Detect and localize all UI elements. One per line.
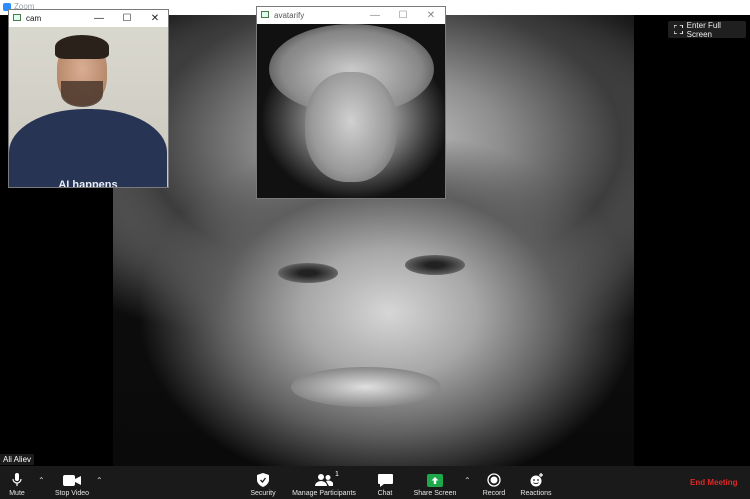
mute-label: Mute [9,490,25,497]
share-screen-label: Share Screen [413,490,457,497]
cam-video: AI happens [9,27,168,187]
close-button[interactable]: ✕ [141,11,169,26]
share-screen-icon [427,472,443,488]
record-icon [487,472,501,488]
cam-person-beard [61,81,103,107]
record-button[interactable]: Record [480,466,508,499]
avatarify-window-title: avatarify [274,11,305,20]
mute-button[interactable]: Mute [4,466,30,499]
cam-person-shirt [9,109,167,187]
reactions-button[interactable]: Reactions [518,466,554,499]
participants-icon [315,472,333,488]
avatar-video [257,24,445,198]
reactions-label: Reactions [520,490,552,497]
chat-label: Chat [377,490,393,497]
chat-button[interactable]: Chat [374,466,396,499]
meeting-toolbar: Mute ⌃ Stop Video ⌃ Security Manage Part… [0,466,750,499]
avatar-face [305,72,397,182]
cam-person-hair [55,35,109,59]
microphone-icon [12,472,22,488]
minimize-button[interactable]: — [85,11,113,26]
share-screen-button[interactable]: Share Screen [412,466,458,499]
maximize-button[interactable]: ☐ [389,8,417,23]
manage-participants-button[interactable]: Manage Participants [290,466,358,499]
maximize-button[interactable]: ☐ [113,11,141,26]
participant-name-tag: Ali Aliev [0,454,35,465]
chat-bubble-icon [377,472,393,488]
cam-window-title: cam [26,14,42,23]
fullscreen-icon [674,25,683,34]
main-video-eye-right [405,255,465,275]
security-button[interactable]: Security [246,466,280,499]
window-app-icon [13,14,21,21]
main-video-eye-left [278,263,338,283]
video-options-chevron-icon[interactable]: ⌃ [96,476,103,485]
video-camera-icon [63,472,81,488]
window-app-icon [261,11,269,18]
cam-window-titlebar[interactable]: cam — ☐ ✕ [9,10,168,27]
close-button[interactable]: ✕ [417,8,445,23]
share-options-chevron-icon[interactable]: ⌃ [464,476,471,485]
participant-count-badge: 1 [335,471,339,478]
audio-options-chevron-icon[interactable]: ⌃ [38,476,45,485]
minimize-button[interactable]: — [361,8,389,23]
enter-full-screen-label: Enter Full Screen [686,20,721,39]
manage-participants-label: Manage Participants [292,490,356,497]
avatarify-window-titlebar[interactable]: avatarify — ☐ ✕ [257,7,445,24]
shield-icon [257,472,269,488]
main-video-mustache [291,367,441,407]
stop-video-button[interactable]: Stop Video [52,466,92,499]
end-meeting-button[interactable]: End Meeting [690,478,738,487]
record-label: Record [482,490,506,497]
stop-video-label: Stop Video [54,490,90,497]
security-label: Security [250,490,276,497]
smiley-icon [529,472,544,488]
cam-window[interactable]: cam — ☐ ✕ AI happens [8,9,169,188]
enter-full-screen-button[interactable]: Enter Full Screen [668,20,746,39]
avatarify-window[interactable]: avatarify — ☐ ✕ [256,6,446,199]
cam-shirt-text: AI happens [58,179,118,187]
